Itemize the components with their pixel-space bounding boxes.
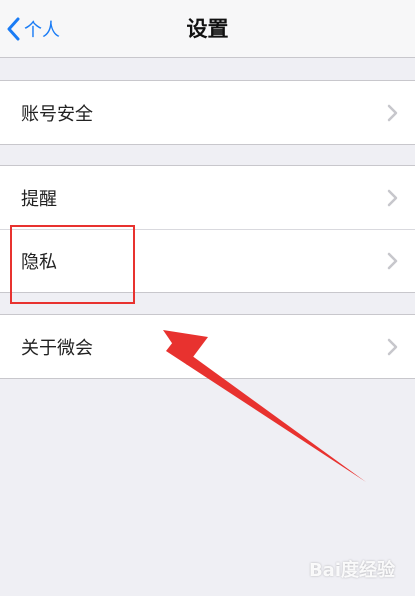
settings-item-label: 账号安全 — [21, 103, 93, 125]
navigation-bar: 个人 设置 — [0, 0, 415, 58]
chevron-right-icon — [387, 252, 398, 269]
settings-item-about[interactable]: 关于微会 — [0, 315, 415, 378]
settings-item-label: 提醒 — [21, 188, 57, 210]
settings-item-privacy[interactable]: 隐私 — [0, 229, 415, 292]
settings-group-about: 关于微会 — [0, 314, 415, 379]
settings-item-label: 关于微会 — [21, 337, 93, 359]
settings-item-reminders[interactable]: 提醒 — [0, 166, 415, 229]
chevron-right-icon — [387, 104, 398, 121]
chevron-right-icon — [387, 189, 398, 206]
settings-item-label: 隐私 — [21, 251, 57, 273]
settings-item-account-security[interactable]: 账号安全 — [0, 81, 415, 144]
page-title: 设置 — [186, 17, 229, 41]
settings-group-account: 账号安全 — [0, 80, 415, 145]
settings-group-notifications-privacy: 提醒 隐私 — [0, 165, 415, 293]
watermark-logo: Bai度经验 — [308, 560, 395, 581]
chevron-right-icon — [387, 338, 398, 355]
